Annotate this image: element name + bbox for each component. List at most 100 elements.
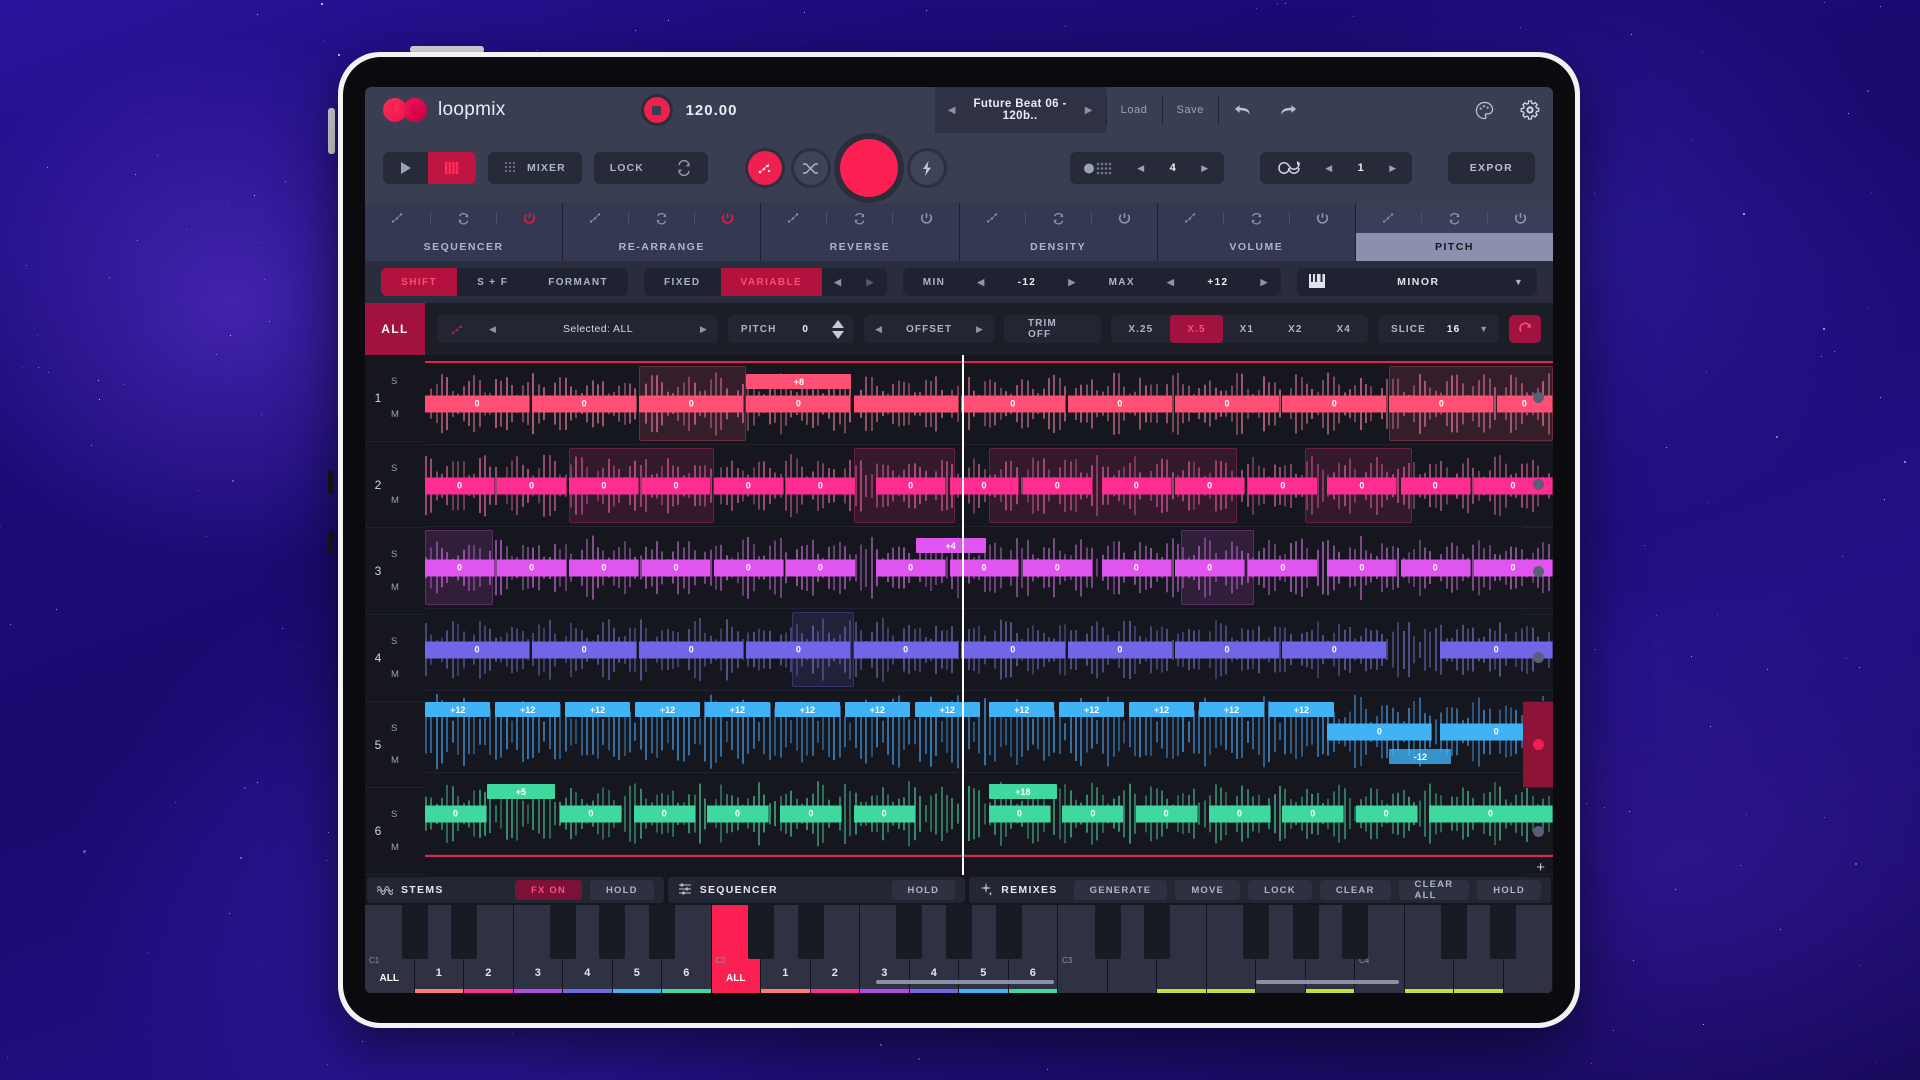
slice-chevron-down-icon[interactable]: ▼: [1468, 324, 1499, 334]
pitch-segment[interactable]: 0: [1208, 805, 1271, 822]
pitch-segment[interactable]: 0: [853, 641, 959, 658]
pitch-segment-above[interactable]: +12: [774, 702, 841, 718]
piano-black-key[interactable]: [450, 905, 477, 959]
piano-black-key[interactable]: [599, 905, 626, 959]
save-button[interactable]: Save: [1163, 104, 1218, 116]
gear-icon[interactable]: [1507, 100, 1553, 120]
pitch-segment[interactable]: 0: [1101, 477, 1172, 494]
bpm-value[interactable]: 120.00: [686, 102, 738, 119]
tab-cycle-icon[interactable]: [1026, 212, 1091, 225]
piano-black-key[interactable]: [401, 905, 428, 959]
tab-cycle-icon[interactable]: [827, 212, 892, 225]
zoom-x1-button[interactable]: X1: [1223, 324, 1271, 335]
pitch-segment[interactable]: 0: [1389, 395, 1495, 412]
bars-decrement[interactable]: ◀: [1128, 163, 1154, 174]
pitch-segment[interactable]: 0: [641, 559, 712, 576]
piano-black-key[interactable]: [550, 905, 576, 959]
pitch-segment[interactable]: 0: [1135, 805, 1198, 822]
offset-increment[interactable]: ▶: [965, 324, 994, 335]
tab-cycle-icon[interactable]: [431, 212, 496, 225]
sequencer-hold-button[interactable]: HOLD: [891, 880, 956, 900]
sync-button[interactable]: [660, 152, 708, 184]
scale-selector[interactable]: MINOR ▼: [1296, 268, 1537, 296]
play-button[interactable]: [383, 152, 428, 184]
track-knob[interactable]: [1523, 355, 1553, 442]
record-stop-button[interactable]: [643, 97, 670, 123]
tab-volume[interactable]: VOLUME: [1157, 203, 1356, 261]
pitch-segment[interactable]: 0: [949, 559, 1020, 576]
pitch-segment[interactable]: 0: [532, 641, 638, 658]
pitch-segment[interactable]: 0: [1327, 723, 1433, 740]
tab-cycle-icon[interactable]: [1224, 212, 1289, 225]
pitch-segment[interactable]: 0: [1175, 559, 1246, 576]
mute-button[interactable]: M: [391, 842, 425, 853]
main-record-button[interactable]: [839, 139, 898, 197]
pitch-segment[interactable]: 0: [785, 477, 856, 494]
track-knob[interactable]: [1523, 788, 1553, 876]
piano-black-key[interactable]: [995, 905, 1022, 959]
pitch-segment-above[interactable]: +12: [989, 702, 1055, 718]
pitch-segment[interactable]: 0: [569, 559, 640, 576]
pitch-segment[interactable]: 0: [1022, 477, 1093, 494]
pitch-segment[interactable]: 0: [949, 477, 1020, 494]
mute-button[interactable]: M: [391, 582, 425, 593]
min-increment[interactable]: ▶: [1056, 268, 1088, 296]
pitch-segment[interactable]: 0: [1248, 559, 1319, 576]
undo-icon[interactable]: [1219, 102, 1265, 118]
piano-black-key[interactable]: [1341, 905, 1368, 959]
track-knob[interactable]: [1523, 442, 1553, 529]
pitch-segment[interactable]: 0: [425, 559, 495, 576]
pitch-segment[interactable]: 0: [785, 559, 856, 576]
pitch-mode-shift-button[interactable]: SHIFT: [381, 268, 458, 296]
tab-power-icon[interactable]: [1290, 212, 1355, 225]
pitch-segment-above[interactable]: +12: [425, 702, 491, 718]
keyboard-mode-button[interactable]: [428, 152, 476, 184]
track-row[interactable]: 0 0 +12 +12 +12 +12 +12 +12 +12 +12 +12 +12 +12 +12 +1…: [425, 691, 1553, 773]
pitch-segment-above[interactable]: +12: [1058, 702, 1125, 718]
pitch-segment[interactable]: 0: [425, 477, 495, 494]
scroll-indicator-a[interactable]: [875, 980, 1055, 984]
zoom-x25-button[interactable]: X.25: [1111, 324, 1170, 335]
range-prev-arrow[interactable]: ◀: [822, 268, 854, 296]
pitch-segment[interactable]: 0: [989, 805, 1052, 822]
track-editor[interactable]: 0 0 0 0 0 0 0 0 0 0 +8 0 0 0 0 0 0 0 0 0 0 0 0 0 0 0 0 0 0 0 0 0 0 0 0 0 0 0 0…: [425, 355, 1553, 876]
pitch-segment[interactable]: 0: [1327, 559, 1398, 576]
pitch-segment[interactable]: 0: [1101, 559, 1172, 576]
pitch-segment-above[interactable]: +12: [494, 702, 561, 718]
pitch-segment[interactable]: 0: [425, 805, 488, 822]
pitch-segment-below[interactable]: -12: [1389, 749, 1452, 765]
pitch-segment[interactable]: 0: [639, 395, 745, 412]
pitch-segment-above[interactable]: +12: [1128, 702, 1195, 718]
pitch-segment-above[interactable]: +12: [1198, 702, 1265, 718]
piano-keyboard[interactable]: C1 ALL 1 2 3 4 5 6 C2 ALL 1 2 3 4 5 6 C3 C4: [365, 905, 1553, 993]
piano-black-key[interactable]: [1144, 905, 1170, 959]
pitch-segment-above[interactable]: +12: [564, 702, 631, 718]
pitch-segment[interactable]: 0: [1282, 395, 1388, 412]
pitch-segment[interactable]: 0: [746, 641, 852, 658]
stems-hold-button[interactable]: HOLD: [589, 880, 654, 900]
tab-power-icon[interactable]: [695, 212, 760, 225]
add-track-button[interactable]: +: [425, 859, 1553, 876]
prev-preset-button[interactable]: ◀: [935, 105, 969, 116]
tab-cycle-icon[interactable]: [1422, 212, 1487, 225]
track-knob[interactable]: [1523, 701, 1553, 789]
pitch-segment[interactable]: 0: [425, 641, 530, 658]
pitch-segment[interactable]: 0: [425, 395, 530, 412]
pitch-segment[interactable]: 0: [1282, 805, 1345, 822]
scroll-indicator-b[interactable]: [1256, 980, 1399, 984]
pitch-segment-above[interactable]: +12: [704, 702, 771, 718]
pitch-segment[interactable]: 0: [569, 477, 640, 494]
export-button[interactable]: EXPOR: [1447, 152, 1535, 184]
loop-increment[interactable]: ▶: [1380, 163, 1406, 174]
solo-button[interactable]: S: [391, 636, 425, 647]
track-row[interactable]: 0 0 0 0 0 0 0 0 0 0 0 0 0 +5 +18: [425, 773, 1553, 855]
piano-black-key[interactable]: [1441, 905, 1467, 959]
bars-increment[interactable]: ▶: [1192, 163, 1218, 174]
piano-black-key[interactable]: [649, 905, 675, 959]
mixer-button[interactable]: MIXER: [488, 152, 582, 184]
pitch-segment[interactable]: 0: [532, 395, 638, 412]
selection-scatter-icon[interactable]: [437, 323, 478, 336]
palette-icon[interactable]: [1461, 101, 1507, 120]
shuffle-button[interactable]: [793, 151, 828, 185]
pitch-segment-above[interactable]: +12: [844, 702, 911, 718]
